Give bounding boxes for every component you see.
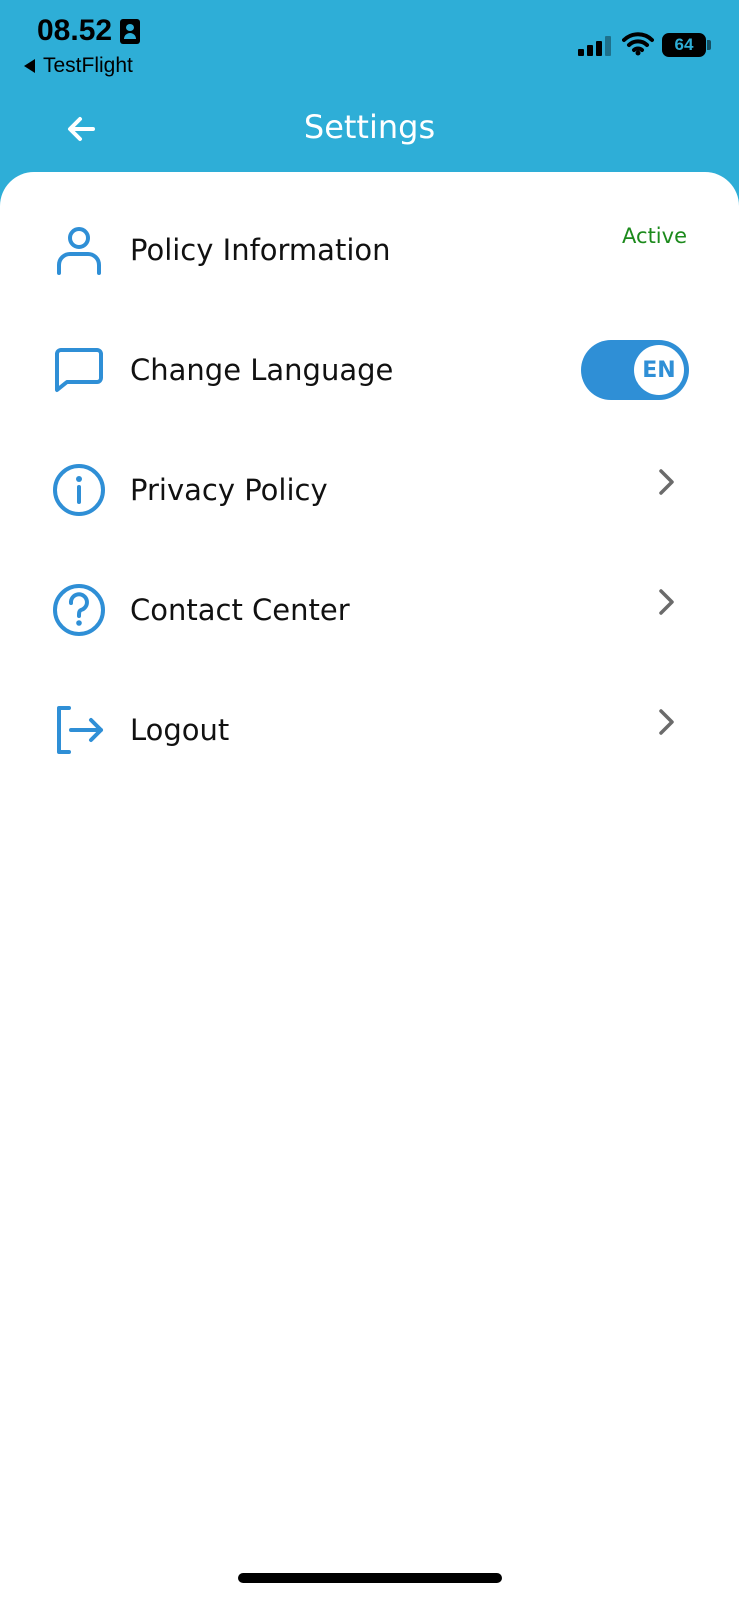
info-circle-icon: [53, 464, 105, 516]
battery-level: 64: [674, 35, 694, 54]
settings-row-change-language[interactable]: Change Language EN: [0, 310, 739, 430]
settings-row-logout[interactable]: Logout: [0, 670, 739, 790]
battery-icon: 64: [662, 33, 706, 57]
status-time: 08.52: [37, 14, 113, 47]
app-header: Settings: [0, 90, 739, 175]
chat-bubble-icon: [55, 348, 103, 392]
change-language-label: Change Language: [130, 353, 394, 387]
language-toggle[interactable]: EN: [581, 340, 689, 400]
status-time-group: 08.52: [37, 14, 141, 48]
person-icon: [57, 227, 101, 275]
chevron-right-icon: [659, 469, 674, 495]
settings-row-contact-center[interactable]: Contact Center: [0, 550, 739, 670]
settings-card: Policy Information Active Change Languag…: [0, 172, 739, 1600]
wifi-icon: [622, 32, 654, 56]
question-circle-icon: [53, 584, 105, 636]
language-toggle-knob: EN: [634, 345, 684, 395]
policy-information-label: Policy Information: [130, 233, 391, 267]
status-bar: 08.52 TestFlight 64: [0, 0, 739, 90]
back-app-label: TestFlight: [43, 54, 133, 77]
back-triangle-icon: [24, 59, 35, 73]
id-card-icon: [120, 18, 141, 44]
chevron-right-icon: [659, 709, 674, 735]
home-indicator[interactable]: [238, 1573, 502, 1583]
logout-label: Logout: [130, 713, 230, 747]
settings-screen: 08.52 TestFlight 64 Settings Policy Info…: [0, 0, 739, 1600]
policy-status-badge: Active: [622, 224, 687, 248]
contact-center-label: Contact Center: [130, 593, 350, 627]
battery-tip: [707, 40, 711, 50]
cellular-signal-icon: [578, 36, 614, 56]
settings-row-privacy-policy[interactable]: Privacy Policy: [0, 430, 739, 550]
page-title: Settings: [303, 108, 436, 146]
privacy-policy-label: Privacy Policy: [130, 473, 328, 507]
logout-arrow-icon: [57, 706, 103, 754]
settings-row-policy-information[interactable]: Policy Information Active: [0, 190, 739, 310]
back-to-testflight[interactable]: TestFlight: [24, 54, 133, 78]
chevron-right-icon: [659, 589, 674, 615]
